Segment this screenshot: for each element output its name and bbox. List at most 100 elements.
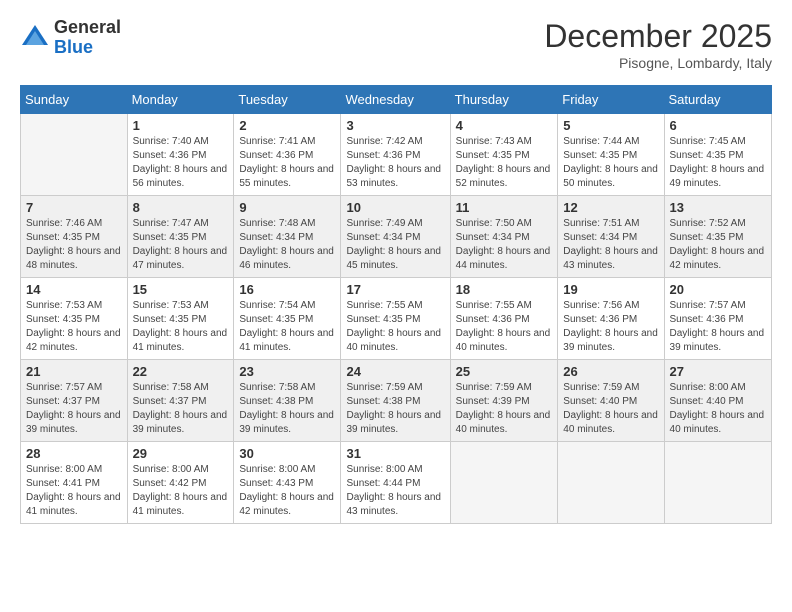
- calendar-cell: 6Sunrise: 7:45 AMSunset: 4:35 PMDaylight…: [664, 114, 771, 196]
- day-number: 17: [346, 282, 444, 297]
- day-info: Sunrise: 8:00 AMSunset: 4:40 PMDaylight:…: [670, 381, 766, 437]
- day-number: 6: [670, 118, 766, 133]
- day-number: 19: [563, 282, 658, 297]
- calendar-header: Sunday Monday Tuesday Wednesday Thursday…: [21, 86, 772, 114]
- day-number: 1: [133, 118, 229, 133]
- page: General Blue December 2025 Pisogne, Lomb…: [0, 0, 792, 612]
- day-number: 24: [346, 364, 444, 379]
- header: General Blue December 2025 Pisogne, Lomb…: [20, 18, 772, 71]
- calendar-cell: 8Sunrise: 7:47 AMSunset: 4:35 PMDaylight…: [127, 196, 234, 278]
- day-number: 11: [456, 200, 553, 215]
- calendar-week-row: 7 Sunrise: 7:46 AMSunset: 4:35 PMDaylight…: [21, 196, 772, 278]
- header-saturday: Saturday: [664, 86, 771, 114]
- day-number: 10: [346, 200, 444, 215]
- calendar-cell: 21 Sunrise: 7:57 AMSunset: 4:37 PMDayligh…: [21, 360, 128, 442]
- day-number: 15: [133, 282, 229, 297]
- day-info: Sunrise: 7:55 AMSunset: 4:35 PMDaylight:…: [346, 299, 444, 355]
- day-number: 27: [670, 364, 766, 379]
- calendar-cell: 26Sunrise: 7:59 AMSunset: 4:40 PMDayligh…: [558, 360, 664, 442]
- day-info: Sunrise: 7:42 AMSunset: 4:36 PMDaylight:…: [346, 135, 444, 191]
- header-sunday: Sunday: [21, 86, 128, 114]
- day-number: 13: [670, 200, 766, 215]
- header-wednesday: Wednesday: [341, 86, 450, 114]
- day-number: 4: [456, 118, 553, 133]
- day-number: 3: [346, 118, 444, 133]
- calendar-cell: 31 Sunrise: 8:00 AMSunset: 4:44 PMDayligh…: [341, 442, 450, 524]
- day-number: 20: [670, 282, 766, 297]
- logo-blue-label: Blue: [54, 38, 121, 58]
- day-number: 21: [26, 364, 122, 379]
- calendar-cell: 23 Sunrise: 7:58 AMSunset: 4:38 PMDayligh…: [234, 360, 341, 442]
- calendar-cell: 1 Sunrise: 7:40 AMSunset: 4:36 PMDaylight…: [127, 114, 234, 196]
- day-info: Sunrise: 7:54 AMSunset: 4:35 PMDaylight:…: [239, 299, 335, 355]
- calendar-cell: 30 Sunrise: 8:00 AMSunset: 4:43 PMDayligh…: [234, 442, 341, 524]
- day-number: 23: [239, 364, 335, 379]
- day-number: 31: [346, 446, 444, 461]
- day-number: 12: [563, 200, 658, 215]
- day-number: 22: [133, 364, 229, 379]
- calendar-cell: [664, 442, 771, 524]
- day-number: 30: [239, 446, 335, 461]
- calendar-cell: [21, 114, 128, 196]
- day-info: Sunrise: 7:41 AMSunset: 4:36 PMDaylight:…: [239, 135, 335, 191]
- day-info: Sunrise: 7:59 AMSunset: 4:38 PMDaylight:…: [346, 381, 444, 437]
- calendar-cell: 22 Sunrise: 7:58 AMSunset: 4:37 PMDayligh…: [127, 360, 234, 442]
- month-title: December 2025: [544, 18, 772, 55]
- day-info: Sunrise: 7:48 AMSunset: 4:34 PMDaylight:…: [239, 217, 335, 273]
- day-info: Sunrise: 7:52 AMSunset: 4:35 PMDaylight:…: [670, 217, 766, 273]
- day-number: 18: [456, 282, 553, 297]
- calendar: Sunday Monday Tuesday Wednesday Thursday…: [20, 85, 772, 524]
- calendar-cell: 5 Sunrise: 7:44 AMSunset: 4:35 PMDaylight…: [558, 114, 664, 196]
- day-number: 5: [563, 118, 658, 133]
- day-info: Sunrise: 7:40 AMSunset: 4:36 PMDaylight:…: [133, 135, 229, 191]
- day-number: 9: [239, 200, 335, 215]
- calendar-cell: 2Sunrise: 7:41 AMSunset: 4:36 PMDaylight…: [234, 114, 341, 196]
- day-info: Sunrise: 7:57 AMSunset: 4:36 PMDaylight:…: [670, 299, 766, 355]
- day-info: Sunrise: 7:58 AMSunset: 4:38 PMDaylight:…: [239, 381, 335, 437]
- day-info: Sunrise: 7:50 AMSunset: 4:34 PMDaylight:…: [456, 217, 553, 273]
- day-info: Sunrise: 7:43 AMSunset: 4:35 PMDaylight:…: [456, 135, 553, 191]
- day-number: 7: [26, 200, 122, 215]
- weekday-header-row: Sunday Monday Tuesday Wednesday Thursday…: [21, 86, 772, 114]
- day-info: Sunrise: 8:00 AMSunset: 4:44 PMDaylight:…: [346, 463, 444, 519]
- calendar-cell: 9 Sunrise: 7:48 AMSunset: 4:34 PMDaylight…: [234, 196, 341, 278]
- day-info: Sunrise: 7:51 AMSunset: 4:34 PMDaylight:…: [563, 217, 658, 273]
- header-thursday: Thursday: [450, 86, 558, 114]
- day-info: Sunrise: 7:58 AMSunset: 4:37 PMDaylight:…: [133, 381, 229, 437]
- calendar-cell: 16Sunrise: 7:54 AMSunset: 4:35 PMDayligh…: [234, 278, 341, 360]
- calendar-cell: 12 Sunrise: 7:51 AMSunset: 4:34 PMDayligh…: [558, 196, 664, 278]
- day-info: Sunrise: 7:47 AMSunset: 4:35 PMDaylight:…: [133, 217, 229, 273]
- logo-icon: [20, 23, 50, 53]
- day-info: Sunrise: 8:00 AMSunset: 4:41 PMDaylight:…: [26, 463, 122, 519]
- calendar-cell: 11 Sunrise: 7:50 AMSunset: 4:34 PMDayligh…: [450, 196, 558, 278]
- calendar-cell: 7 Sunrise: 7:46 AMSunset: 4:35 PMDaylight…: [21, 196, 128, 278]
- calendar-cell: 20 Sunrise: 7:57 AMSunset: 4:36 PMDayligh…: [664, 278, 771, 360]
- day-info: Sunrise: 7:57 AMSunset: 4:37 PMDaylight:…: [26, 381, 122, 437]
- day-info: Sunrise: 7:55 AMSunset: 4:36 PMDaylight:…: [456, 299, 553, 355]
- day-info: Sunrise: 8:00 AMSunset: 4:43 PMDaylight:…: [239, 463, 335, 519]
- calendar-cell: 3 Sunrise: 7:42 AMSunset: 4:36 PMDaylight…: [341, 114, 450, 196]
- calendar-cell: 15Sunrise: 7:53 AMSunset: 4:35 PMDayligh…: [127, 278, 234, 360]
- day-info: Sunrise: 7:56 AMSunset: 4:36 PMDaylight:…: [563, 299, 658, 355]
- day-info: Sunrise: 7:49 AMSunset: 4:34 PMDaylight:…: [346, 217, 444, 273]
- calendar-cell: 10 Sunrise: 7:49 AMSunset: 4:34 PMDayligh…: [341, 196, 450, 278]
- day-info: Sunrise: 7:46 AMSunset: 4:35 PMDaylight:…: [26, 217, 122, 273]
- calendar-body: 1 Sunrise: 7:40 AMSunset: 4:36 PMDaylight…: [21, 114, 772, 524]
- calendar-cell: 28Sunrise: 8:00 AMSunset: 4:41 PMDayligh…: [21, 442, 128, 524]
- day-info: Sunrise: 7:44 AMSunset: 4:35 PMDaylight:…: [563, 135, 658, 191]
- day-number: 29: [133, 446, 229, 461]
- calendar-cell: 24 Sunrise: 7:59 AMSunset: 4:38 PMDayligh…: [341, 360, 450, 442]
- calendar-cell: 14Sunrise: 7:53 AMSunset: 4:35 PMDayligh…: [21, 278, 128, 360]
- calendar-cell: 4 Sunrise: 7:43 AMSunset: 4:35 PMDaylight…: [450, 114, 558, 196]
- calendar-cell: 19 Sunrise: 7:56 AMSunset: 4:36 PMDayligh…: [558, 278, 664, 360]
- day-info: Sunrise: 8:00 AMSunset: 4:42 PMDaylight:…: [133, 463, 229, 519]
- location: Pisogne, Lombardy, Italy: [544, 55, 772, 71]
- header-monday: Monday: [127, 86, 234, 114]
- calendar-cell: [558, 442, 664, 524]
- day-info: Sunrise: 7:59 AMSunset: 4:39 PMDaylight:…: [456, 381, 553, 437]
- calendar-week-row: 28Sunrise: 8:00 AMSunset: 4:41 PMDayligh…: [21, 442, 772, 524]
- calendar-cell: [450, 442, 558, 524]
- day-info: Sunrise: 7:59 AMSunset: 4:40 PMDaylight:…: [563, 381, 658, 437]
- calendar-cell: 13 Sunrise: 7:52 AMSunset: 4:35 PMDayligh…: [664, 196, 771, 278]
- calendar-cell: 17 Sunrise: 7:55 AMSunset: 4:35 PMDayligh…: [341, 278, 450, 360]
